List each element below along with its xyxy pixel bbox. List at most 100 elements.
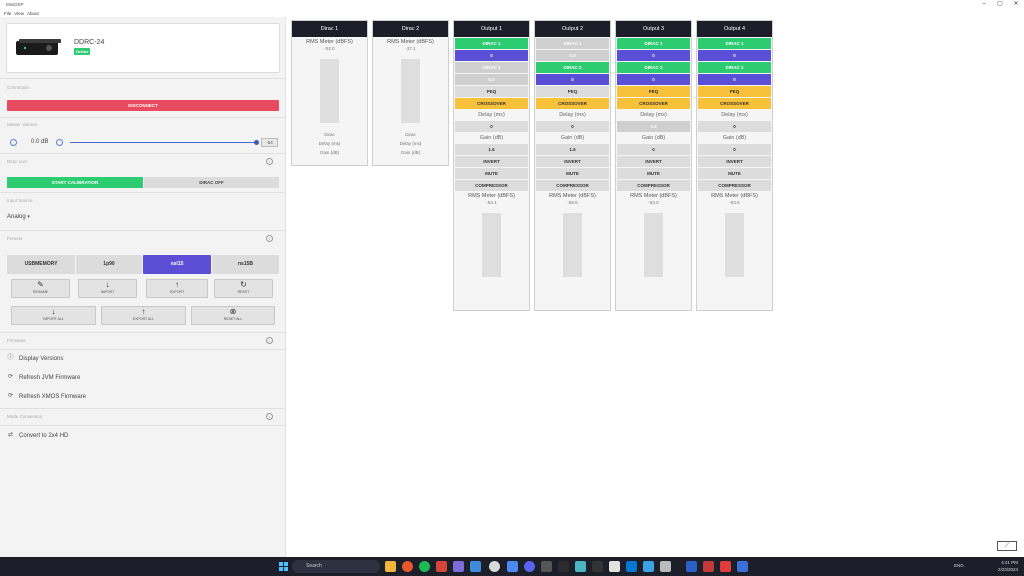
- app-icon[interactable]: [609, 561, 620, 572]
- channel-mute-control[interactable]: MUTE: [617, 168, 690, 179]
- channel-1-6-control[interactable]: 1.6: [536, 144, 609, 155]
- channel-compressor-control[interactable]: COMPRESSOR: [698, 180, 771, 191]
- channel-0-control[interactable]: 0: [536, 74, 609, 85]
- refresh-jvm-item[interactable]: ⟳ Refresh JVM Firmware: [7, 374, 80, 381]
- channel-dirac-2-control[interactable]: DIRAC 2: [455, 62, 528, 73]
- disconnect-button[interactable]: DISCONNECT: [7, 100, 279, 111]
- app-icon[interactable]: [626, 561, 637, 572]
- channel-peq-control[interactable]: PEQ: [617, 86, 690, 97]
- app-icon[interactable]: [737, 561, 748, 572]
- app-icon[interactable]: [703, 561, 714, 572]
- channel-0-control[interactable]: 0: [698, 144, 771, 155]
- windows-start-icon[interactable]: [279, 562, 288, 571]
- channel-0-control[interactable]: 0: [617, 74, 690, 85]
- volume-down-icon[interactable]: [10, 139, 17, 146]
- channel-invert-control[interactable]: INVERT: [536, 156, 609, 167]
- volume-slider[interactable]: [70, 142, 257, 143]
- input-source-select[interactable]: Analog ▾: [7, 214, 30, 220]
- info-icon[interactable]: i: [266, 413, 273, 420]
- preset-tab-2[interactable]: 1p90: [76, 255, 142, 274]
- reset-all-button[interactable]: ⊗ RESET ALL: [191, 306, 275, 325]
- reset-button[interactable]: ↻ RESET: [214, 279, 273, 298]
- clock[interactable]: 4:41 PM 2/23/2024: [998, 559, 1018, 573]
- channel-0-control[interactable]: 0: [455, 121, 528, 132]
- maximize-button[interactable]: ▢: [992, 0, 1008, 9]
- file-explorer-icon[interactable]: [385, 561, 396, 572]
- channel-0-control[interactable]: 0: [698, 50, 771, 61]
- channel-dirac-2-control[interactable]: DIRAC 2: [617, 62, 690, 73]
- preset-tab-1[interactable]: USBMEMORY: [7, 255, 75, 274]
- app-icon[interactable]: [720, 561, 731, 572]
- terminal-icon[interactable]: [592, 561, 603, 572]
- channel-invert-control[interactable]: INVERT: [617, 156, 690, 167]
- channel-0-control[interactable]: 0: [536, 121, 609, 132]
- import-button[interactable]: ↓ IMPORT: [78, 279, 137, 298]
- close-button[interactable]: ✕: [1008, 0, 1024, 9]
- info-icon[interactable]: i: [266, 235, 273, 242]
- channel-invert-control[interactable]: INVERT: [455, 156, 528, 167]
- channel-0-control[interactable]: 0: [698, 74, 771, 85]
- app-icon[interactable]: [558, 561, 569, 572]
- channel-crossover-control[interactable]: CROSSOVER: [698, 98, 771, 109]
- language-indicator[interactable]: ENG: [954, 563, 964, 568]
- channel-peq-control[interactable]: PEQ: [536, 86, 609, 97]
- preset-tab-3[interactable]: nsl15: [143, 255, 211, 274]
- volume-slider-handle[interactable]: [254, 140, 259, 145]
- channel-1-6-control[interactable]: 1.6: [455, 144, 528, 155]
- edit-icon[interactable]: ⟋: [997, 541, 1017, 551]
- export-button[interactable]: ↑ EXPORT: [146, 279, 208, 298]
- channel-0-control[interactable]: 0: [455, 50, 528, 61]
- channel-dirac-1-control[interactable]: DIRAC 1: [536, 38, 609, 49]
- convert-mode-item[interactable]: ⇄ Convert to 2x4 HD: [7, 432, 68, 439]
- channel-mute-control[interactable]: MUTE: [698, 168, 771, 179]
- rename-button[interactable]: ✎ RENAME: [11, 279, 70, 298]
- channel-0-control[interactable]: 0: [698, 121, 771, 132]
- menu-file[interactable]: File: [4, 11, 11, 16]
- app-icon[interactable]: [660, 561, 671, 572]
- info-icon[interactable]: i: [266, 158, 273, 165]
- volume-up-icon[interactable]: [56, 139, 63, 146]
- display-versions-item[interactable]: ⓘ Display Versions: [7, 355, 63, 362]
- channel-invert-control[interactable]: INVERT: [698, 156, 771, 167]
- taskbar-search[interactable]: Search: [292, 560, 380, 573]
- mail-icon[interactable]: [436, 561, 447, 572]
- firefox-icon[interactable]: [402, 561, 413, 572]
- channel-0-control[interactable]: 0: [617, 50, 690, 61]
- channel-mute-control[interactable]: MUTE: [536, 168, 609, 179]
- channel-mute-control[interactable]: MUTE: [455, 168, 528, 179]
- app-icon[interactable]: [453, 561, 464, 572]
- app-icon[interactable]: [470, 561, 481, 572]
- channel-peq-control[interactable]: PEQ: [455, 86, 528, 97]
- app-icon[interactable]: [507, 561, 518, 572]
- app-icon[interactable]: [643, 561, 654, 572]
- channel-crossover-control[interactable]: CROSSOVER: [617, 98, 690, 109]
- channel-0-control[interactable]: 0: [617, 144, 690, 155]
- preset-tab-4[interactable]: ns15B: [212, 255, 279, 274]
- channel-4-2-control[interactable]: 4.2: [617, 121, 690, 132]
- channel-0-0-control[interactable]: 0.0: [455, 74, 528, 85]
- channel-dirac-1-control[interactable]: DIRAC 1: [455, 38, 528, 49]
- app-icon[interactable]: [575, 561, 586, 572]
- channel-crossover-control[interactable]: CROSSOVER: [536, 98, 609, 109]
- channel-dirac-1-control[interactable]: DIRAC 1: [617, 38, 690, 49]
- app-icon[interactable]: [686, 561, 697, 572]
- channel-crossover-control[interactable]: CROSSOVER: [455, 98, 528, 109]
- spotify-icon[interactable]: [419, 561, 430, 572]
- menu-about[interactable]: About: [27, 11, 39, 16]
- channel-compressor-control[interactable]: COMPRESSOR: [455, 180, 528, 191]
- channel-peq-control[interactable]: PEQ: [698, 86, 771, 97]
- channel-dirac-2-control[interactable]: DIRAC 2: [536, 62, 609, 73]
- dirac-off-button[interactable]: DIRAC OFF: [144, 177, 279, 188]
- refresh-xmos-item[interactable]: ⟳ Refresh XMOS Firmware: [7, 393, 86, 400]
- chrome-icon[interactable]: [489, 561, 500, 572]
- menu-view[interactable]: View: [14, 11, 24, 16]
- channel-compressor-control[interactable]: COMPRESSOR: [536, 180, 609, 191]
- channel-dirac-1-control[interactable]: DIRAC 1: [698, 38, 771, 49]
- channel-compressor-control[interactable]: COMPRESSOR: [617, 180, 690, 191]
- info-icon[interactable]: i: [266, 337, 273, 344]
- export-all-button[interactable]: ↑ EXPORT ALL: [101, 306, 186, 325]
- channel-0-0-control[interactable]: 0.0: [536, 50, 609, 61]
- app-icon[interactable]: [541, 561, 552, 572]
- minimize-button[interactable]: –: [976, 0, 992, 9]
- import-all-button[interactable]: ↓ IMPORT ALL: [11, 306, 96, 325]
